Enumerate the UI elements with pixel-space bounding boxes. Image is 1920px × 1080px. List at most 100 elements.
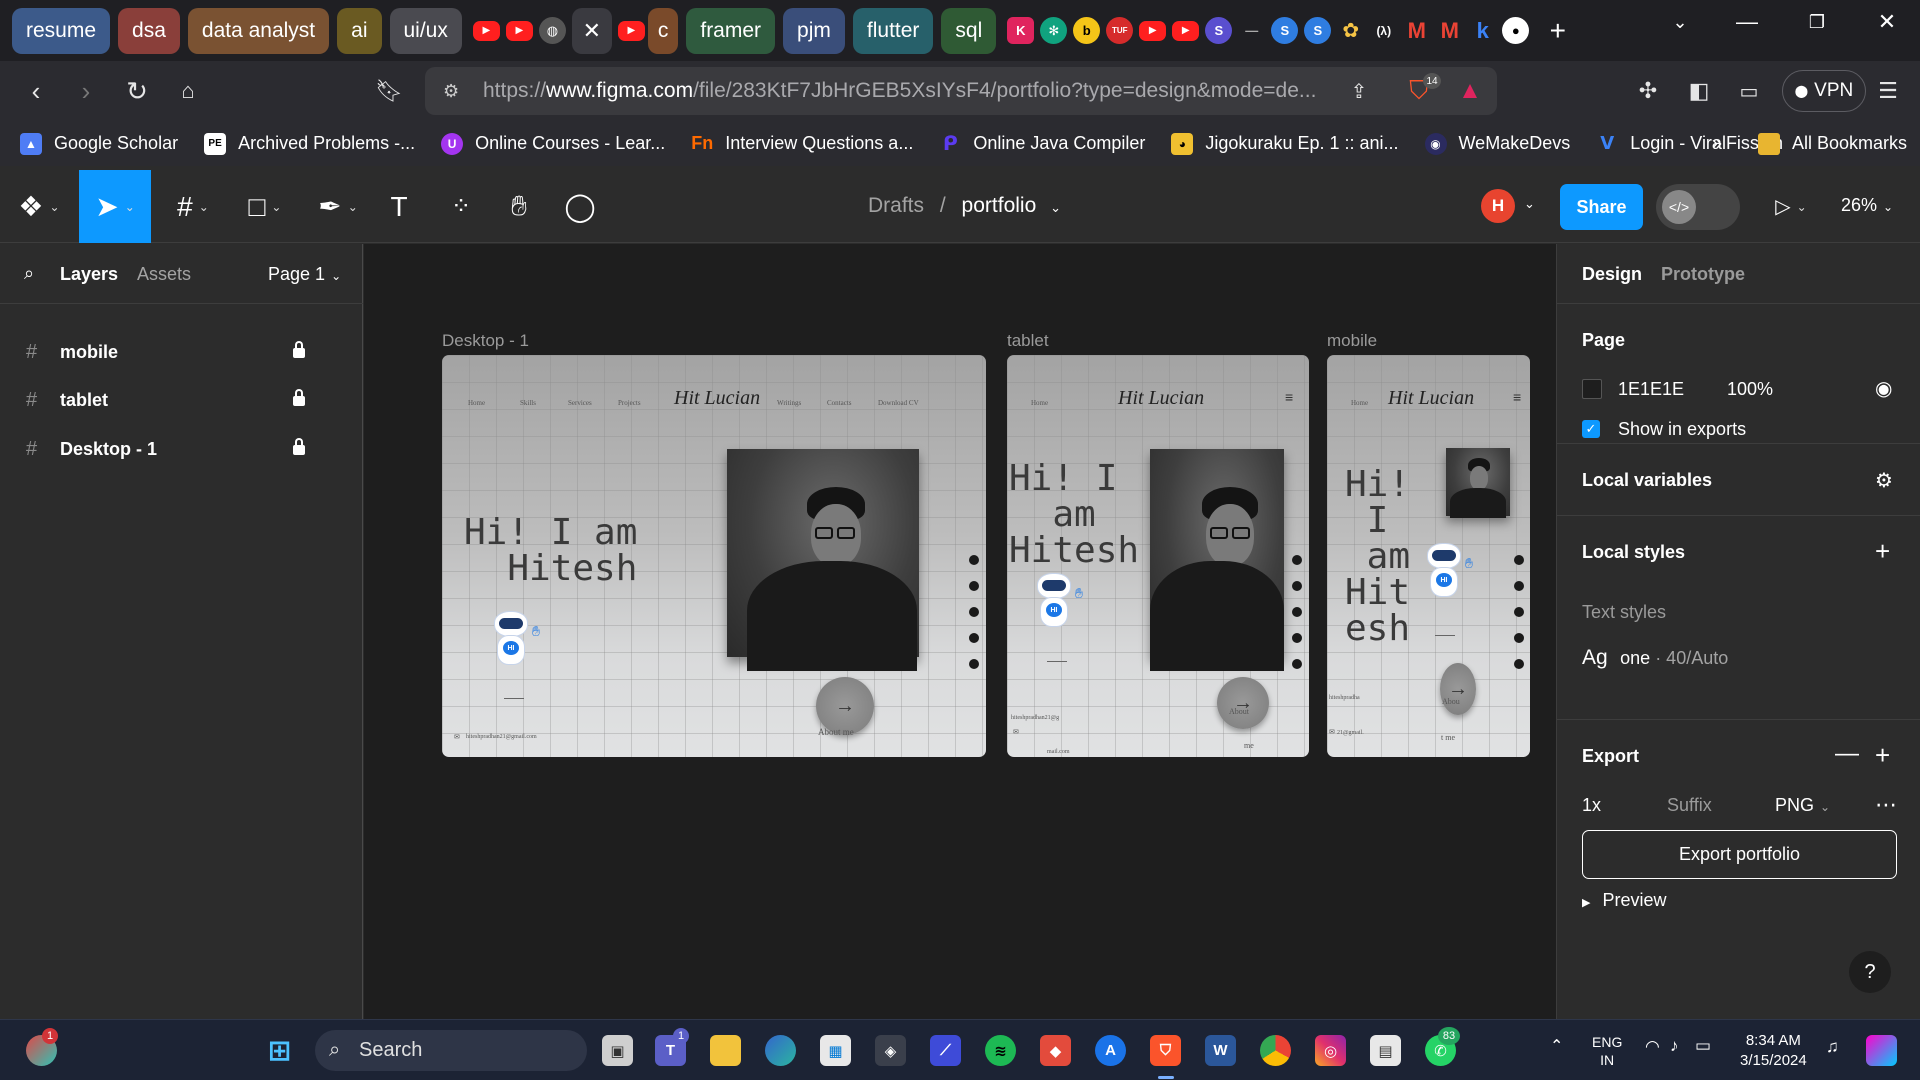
- file-explorer-icon[interactable]: [710, 1035, 741, 1066]
- all-bookmarks-button[interactable]: All Bookmarks: [1758, 132, 1907, 155]
- bookmark-online-java-compiler[interactable]: ᑭ Online Java Compiler: [939, 133, 1146, 155]
- tab-group-ai[interactable]: ai: [337, 7, 382, 54]
- site-settings-icon[interactable]: ⚙: [443, 81, 459, 102]
- frame-desktop[interactable]: Home Skills Services Projects Hit Lucian…: [442, 355, 986, 757]
- tab-group-ui-ux[interactable]: ui/ux: [389, 7, 462, 54]
- brave-rewards-icon[interactable]: ▲: [1454, 75, 1486, 107]
- tab-design[interactable]: Design: [1582, 264, 1642, 285]
- tab-search-chevron-icon[interactable]: ⌄: [1645, 0, 1715, 44]
- spotify-icon[interactable]: ≋: [985, 1035, 1016, 1066]
- youtube-tab-icon[interactable]: ▶: [617, 20, 645, 41]
- vpn-button[interactable]: ⬤ VPN: [1782, 70, 1866, 112]
- active-tab-close-icon[interactable]: ✕: [571, 7, 612, 54]
- app-store-icon[interactable]: A: [1095, 1035, 1126, 1066]
- tab-prototype[interactable]: Prototype: [1661, 264, 1745, 285]
- show-in-exports-checkbox[interactable]: ✓: [1582, 420, 1600, 438]
- bookmarks-overflow-button[interactable]: »: [1712, 133, 1722, 154]
- add-export-icon[interactable]: +: [1875, 740, 1890, 771]
- browser-menu-icon[interactable]: ☰: [1872, 75, 1904, 107]
- lock-icon[interactable]: [293, 438, 305, 455]
- chevron-down-icon[interactable]: ⌄: [1050, 200, 1061, 215]
- edge-icon[interactable]: [765, 1035, 796, 1066]
- frame-label-mobile[interactable]: mobile: [1327, 331, 1377, 351]
- avatar[interactable]: H: [1481, 189, 1515, 223]
- start-windows-icon[interactable]: ⊞: [264, 1035, 295, 1066]
- youtube-tab-icon[interactable]: ▶: [1172, 20, 1200, 41]
- zoom-level-dropdown[interactable]: 26% ⌄: [1841, 195, 1893, 216]
- pen-tool-button[interactable]: ✒ ⌄: [310, 170, 366, 243]
- page-color-hex[interactable]: 1E1E1E: [1618, 379, 1684, 400]
- k-blue-tab-icon[interactable]: k: [1469, 17, 1496, 44]
- tab-group-data-analyst[interactable]: data analyst: [187, 7, 330, 54]
- chrome-icon[interactable]: [1260, 1035, 1291, 1066]
- frame-mobile[interactable]: Home Hit Lucian ≡ Hi! I am Hit esh HI ✋︎…: [1327, 355, 1530, 757]
- wallet-icon[interactable]: ▭: [1733, 75, 1765, 107]
- page-color-swatch[interactable]: [1582, 379, 1602, 399]
- lambda-tab-icon[interactable]: (λ): [1370, 17, 1397, 44]
- bookmark-interview-questions[interactable]: Fn Interview Questions a...: [691, 133, 913, 155]
- s-tab-icon[interactable]: S: [1205, 17, 1233, 44]
- lock-icon[interactable]: [293, 389, 305, 406]
- resources-button[interactable]: ⁘: [443, 170, 479, 243]
- language-indicator[interactable]: ENG IN: [1592, 1033, 1622, 1069]
- extensions-icon[interactable]: ✣: [1632, 75, 1664, 107]
- restore-icon[interactable]: ❐: [1782, 0, 1852, 44]
- chevron-down-icon[interactable]: ⌄: [1524, 196, 1535, 212]
- main-menu-button[interactable]: ❖ ⌄: [14, 170, 64, 243]
- copilot-icon[interactable]: [1866, 1035, 1897, 1066]
- word-icon[interactable]: W: [1205, 1035, 1236, 1066]
- tab-group-sql[interactable]: sql: [941, 7, 997, 54]
- gmail-tab-icon[interactable]: M: [1403, 17, 1430, 44]
- github-tab-icon[interactable]: ●: [1502, 17, 1530, 44]
- colorful-tab-icon[interactable]: ✿: [1337, 17, 1364, 44]
- chat-icon[interactable]: ▤: [1370, 1035, 1401, 1066]
- sidebar-icon[interactable]: ◧: [1683, 75, 1715, 107]
- text-tool-button[interactable]: T: [381, 170, 417, 243]
- bookmark-google-scholar[interactable]: ▲ Google Scholar: [20, 132, 178, 155]
- reload-icon[interactable]: ↻: [121, 75, 153, 107]
- tuf-tab-icon[interactable]: TUF: [1106, 17, 1134, 44]
- tray-chevron-icon[interactable]: ⌃: [1550, 1036, 1563, 1056]
- globe-tab-icon[interactable]: ◍: [538, 17, 566, 44]
- anydesk-icon[interactable]: ◆: [1040, 1035, 1071, 1066]
- add-style-icon[interactable]: +: [1875, 536, 1890, 567]
- layer-desktop-1[interactable]: # Desktop - 1: [0, 425, 363, 473]
- bookmark-archived-problems[interactable]: PE Archived Problems -...: [204, 132, 415, 155]
- bookmark-viralfission[interactable]: ᐯ Login - ViralFission: [1596, 133, 1783, 155]
- lock-icon[interactable]: [293, 341, 305, 358]
- home-icon[interactable]: ⌂: [172, 75, 204, 107]
- tab-group-dsa[interactable]: dsa: [118, 7, 180, 54]
- tab-assets[interactable]: Assets: [137, 264, 191, 285]
- tab-group-pjm[interactable]: pjm: [783, 7, 845, 54]
- s-blue-tab-icon[interactable]: S: [1271, 17, 1299, 44]
- share-page-icon[interactable]: ⇪: [1343, 75, 1375, 107]
- address-bar[interactable]: ⚙ https://www.figma.com/file/283KtF7JbHr…: [425, 67, 1497, 115]
- youtube-tab-icon[interactable]: ▶: [472, 20, 500, 41]
- sliders-icon[interactable]: ⚙: [1875, 468, 1893, 493]
- minimize-icon[interactable]: —: [1712, 0, 1782, 44]
- tab-group-resume[interactable]: resume: [12, 7, 111, 54]
- preview-toggle[interactable]: ▶ Preview: [1582, 890, 1667, 911]
- present-button[interactable]: ▷ ⌄: [1770, 170, 1812, 243]
- forward-icon[interactable]: ›: [70, 75, 102, 107]
- local-variables-label[interactable]: Local variables: [1582, 470, 1712, 491]
- export-suffix-input[interactable]: Suffix: [1667, 795, 1712, 816]
- search-icon[interactable]: ⌕: [24, 263, 34, 284]
- tab-layers[interactable]: Layers: [60, 264, 118, 285]
- wifi-icon[interactable]: ◠: [1645, 1037, 1660, 1057]
- brave-shields-icon[interactable]: ⛉ 14: [1403, 73, 1441, 107]
- store-icon[interactable]: ▦: [820, 1035, 851, 1066]
- chatgpt-tab-icon[interactable]: ✻: [1040, 17, 1068, 44]
- remove-export-icon[interactable]: —: [1835, 740, 1859, 768]
- frame-label-tablet[interactable]: tablet: [1007, 331, 1049, 351]
- share-button[interactable]: Share: [1560, 184, 1643, 230]
- bookmark-page-icon[interactable]: 🔖︎: [373, 75, 405, 107]
- layer-mobile[interactable]: # mobile: [0, 328, 363, 376]
- page-selector[interactable]: Page 1 ⌄: [268, 264, 341, 285]
- hand-tool-button[interactable]: ✋︎: [501, 170, 537, 243]
- clock[interactable]: 8:34 AM 3/15/2024: [1740, 1031, 1807, 1071]
- export-format-dropdown[interactable]: PNG ⌄: [1775, 795, 1830, 816]
- export-scale[interactable]: 1x: [1582, 795, 1601, 816]
- tab-group-c[interactable]: c: [647, 7, 679, 54]
- dash-tab-icon[interactable]: —: [1238, 17, 1265, 44]
